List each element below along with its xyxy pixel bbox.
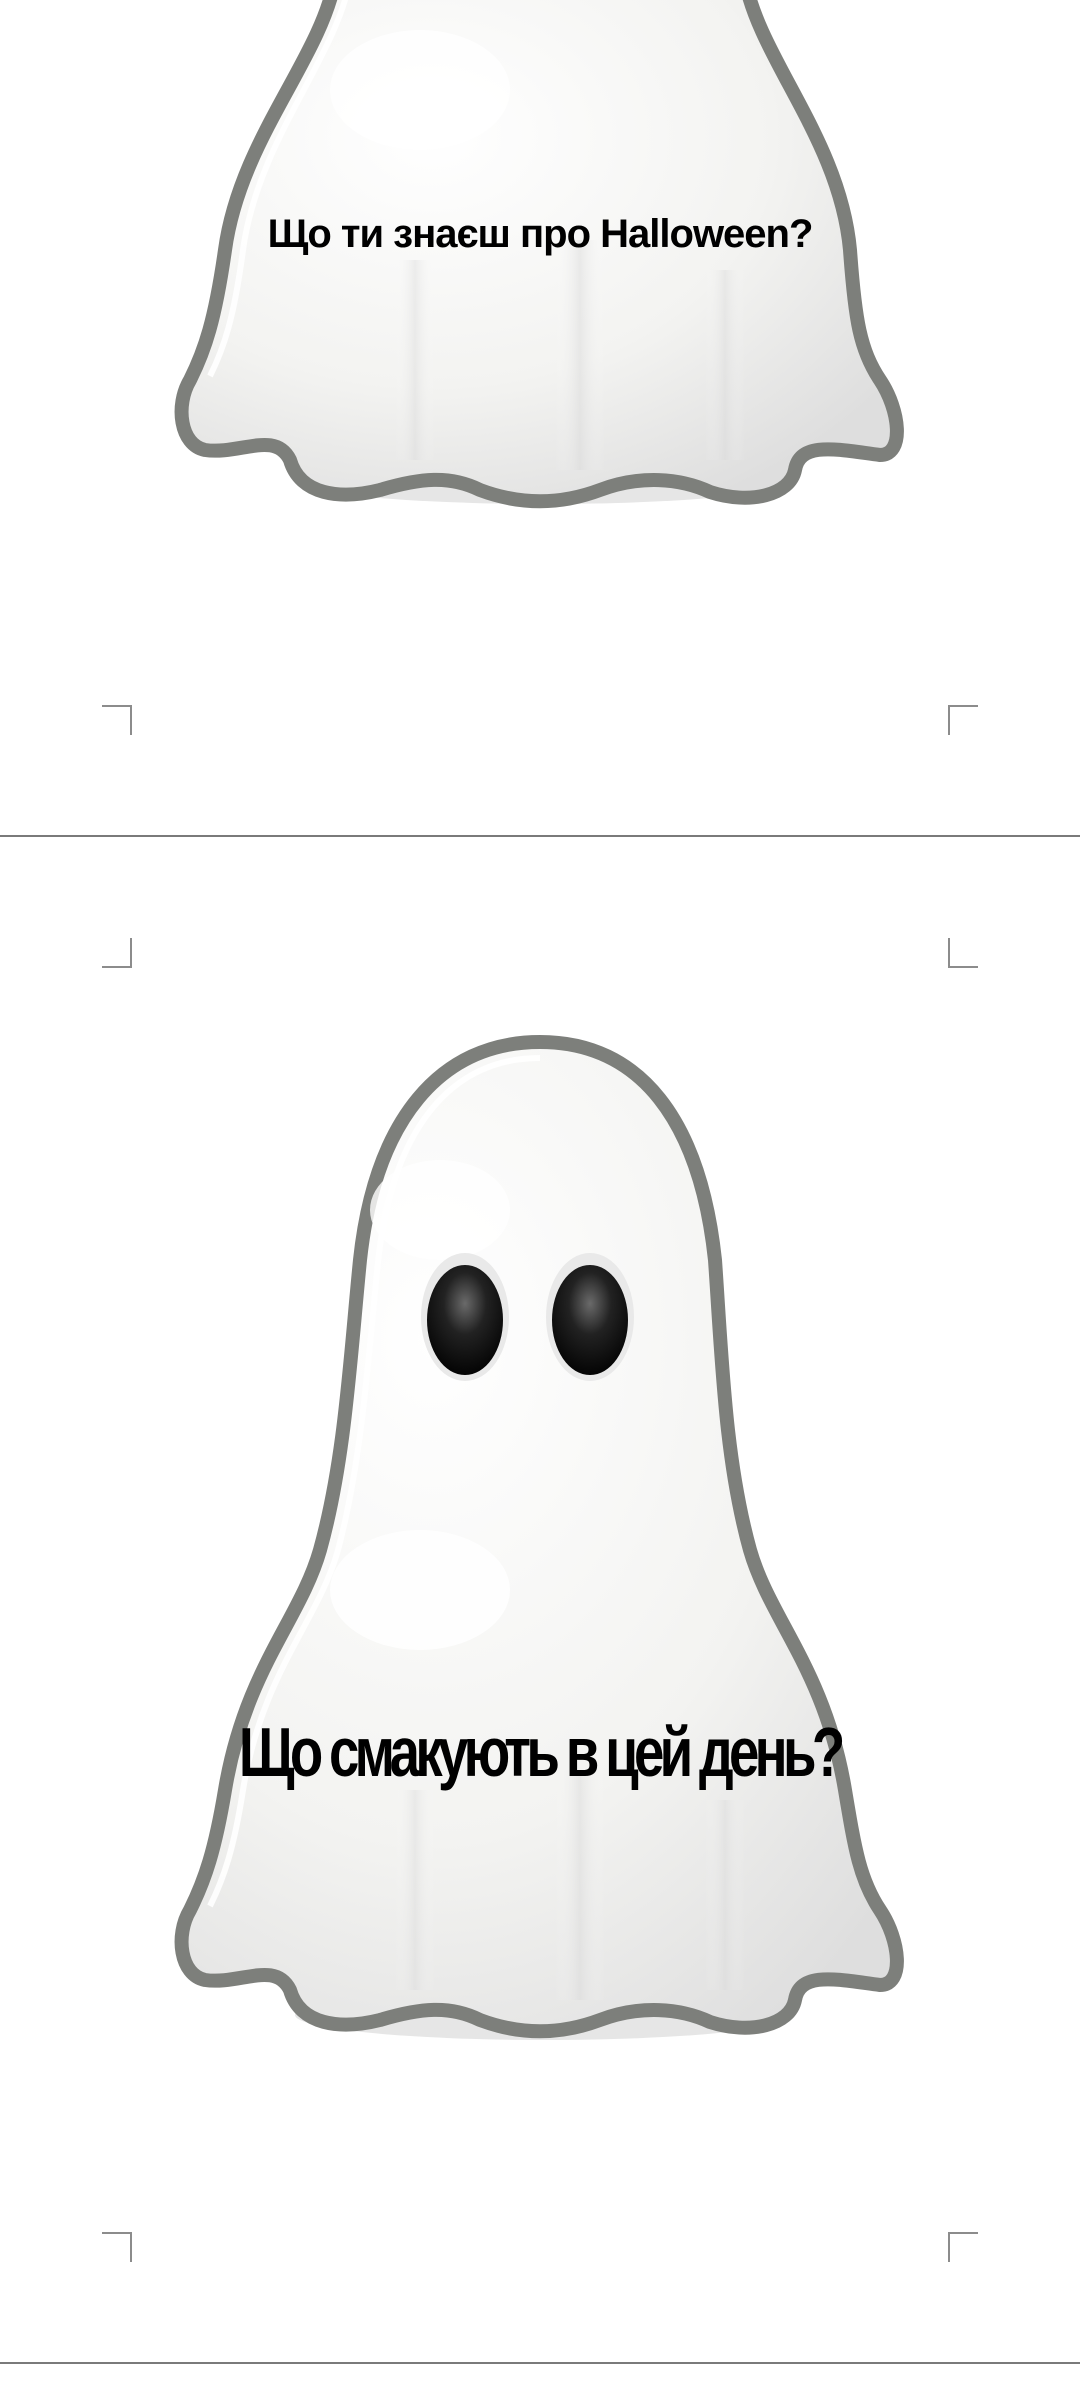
page-1-question: Що ти знаєш про Halloween? [0, 212, 1080, 257]
page-2-question: Що смакують в цей день? [0, 1712, 1080, 1792]
crop-mark-top-right-2 [948, 938, 978, 968]
ghost-illustration-1 [0, 0, 1080, 520]
crop-mark-bottom-left-1 [102, 705, 132, 735]
page-separator-2 [0, 2362, 1080, 2364]
page-1-question-text: Що ти знаєш про Halloween? [267, 212, 814, 256]
crop-mark-bottom-right-2 [948, 2232, 978, 2262]
page-separator-1 [0, 835, 1080, 837]
crop-mark-top-left-2 [102, 938, 132, 968]
ghost-icon [174, 0, 904, 509]
crop-mark-bottom-right-1 [948, 705, 978, 735]
right-eye-icon [546, 1253, 634, 1381]
ghost-illustration-2 [0, 1030, 1080, 2060]
crop-mark-bottom-left-2 [102, 2232, 132, 2262]
left-eye-icon [421, 1253, 509, 1381]
ghost-icon [174, 1035, 904, 2040]
page-2-question-text: Що смакують в цей день? [239, 1713, 845, 1791]
